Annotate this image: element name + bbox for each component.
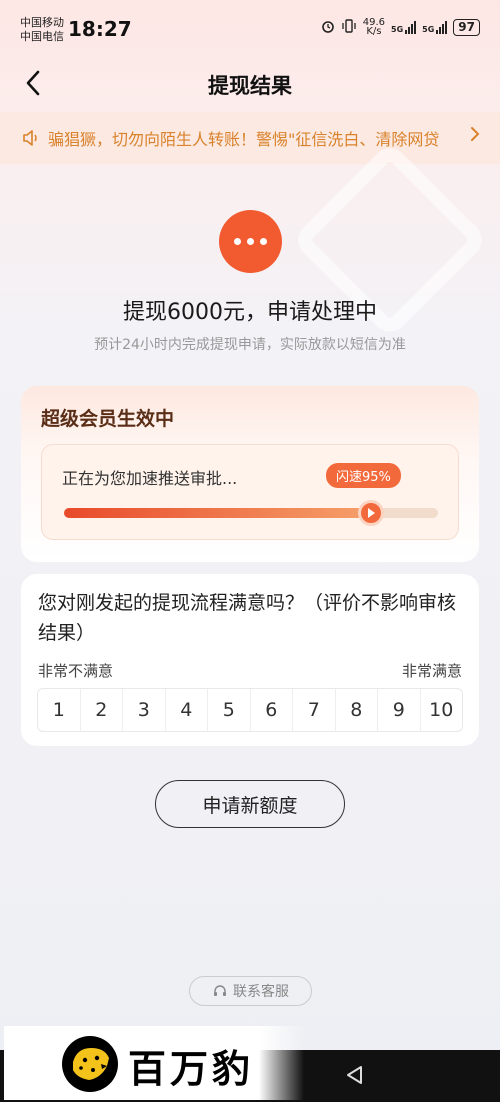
vip-title: 超级会员生效中 [41, 408, 175, 430]
rating-option[interactable]: 8 [336, 689, 378, 731]
rating-option[interactable]: 4 [166, 689, 208, 731]
notice-text: 骗猖獗，切勿向陌生人转账！警惕"征信洗白、清除网贷 [48, 130, 440, 149]
rating-option[interactable]: 5 [208, 689, 251, 731]
rating-option[interactable]: 3 [123, 689, 166, 731]
signal-bars-icon [436, 20, 448, 34]
carrier-info: 中国移动 中国电信 [20, 16, 64, 44]
carrier-1: 中国移动 [20, 16, 64, 29]
vip-progress-panel: 正在为您加速推送审批... 闪速95% [41, 444, 459, 540]
alarm-icon [321, 19, 335, 36]
clock: 18:27 [68, 17, 132, 41]
vibrate-icon [341, 18, 357, 36]
back-triangle-icon[interactable] [344, 1064, 364, 1090]
rating-option[interactable]: 9 [378, 689, 421, 731]
scale-min-label: 非常不满意 [38, 662, 114, 680]
rating-option[interactable]: 7 [293, 689, 336, 731]
apply-new-limit-button[interactable]: 申请新额度 [155, 780, 345, 828]
watermark: 百万豹 [4, 1026, 304, 1100]
contact-label: 联系客服 [233, 984, 289, 1000]
system-icons: 49.6 K/s 5G 5G 97 [321, 18, 480, 37]
page-title: 提现结果 [208, 74, 292, 98]
net-type-1: 5G [391, 25, 404, 34]
rating-option[interactable]: 10 [421, 689, 463, 731]
progress-knob-icon [357, 500, 384, 526]
result-title: 提现6000元，申请处理中 [123, 300, 377, 325]
vip-card: 超级会员生效中 正在为您加速推送审批... 闪速95% [21, 386, 479, 562]
speaker-icon [23, 130, 37, 146]
speed-badge: 闪速95% [326, 463, 401, 488]
signal-1: 5G [391, 20, 417, 34]
battery-icon: 97 [453, 18, 480, 36]
processing-icon [219, 210, 282, 273]
result-subtitle: 预计24小时内完成提现申请，实际放款以短信为准 [94, 337, 406, 353]
notice-bar[interactable]: 骗猖獗，切勿向陌生人转账！警惕"征信洗白、清除网贷 [0, 112, 500, 164]
contact-service-button[interactable]: 联系客服 [189, 976, 312, 1006]
signal-bars-icon [405, 20, 417, 34]
net-type-2: 5G [422, 25, 435, 34]
vip-progress-text: 正在为您加速推送审批... [62, 469, 238, 488]
leopard-logo-icon [62, 1036, 118, 1092]
scale-max-label: 非常满意 [401, 662, 462, 680]
rating-option[interactable]: 1 [38, 689, 81, 731]
watermark-text: 百万豹 [128, 1046, 255, 1091]
progress-fill [64, 508, 371, 518]
carrier-2: 中国电信 [20, 30, 64, 43]
net-speed-unit: K/s [366, 26, 382, 37]
rating-scale: 1 2 3 4 5 6 7 8 9 10 [37, 688, 463, 732]
status-bar: 中国移动 中国电信 18:27 49.6 K/s 5G 5G 97 [0, 0, 500, 58]
survey-card: 您对刚发起的提现流程满意吗？（评价不影响审核结果） 非常不满意 非常满意 123… [21, 574, 479, 746]
chevron-right-icon [470, 126, 480, 147]
nav-bar: 提现结果 [0, 58, 500, 108]
rating-option[interactable]: 6 [251, 689, 293, 731]
progress-track [64, 500, 438, 526]
survey-question: 您对刚发起的提现流程满意吗？（评价不影响审核结果） [38, 592, 457, 644]
net-speed: 49.6 K/s [363, 18, 385, 37]
headset-icon [214, 985, 226, 996]
signal-2: 5G [422, 20, 448, 34]
rating-option[interactable]: 2 [81, 689, 123, 731]
